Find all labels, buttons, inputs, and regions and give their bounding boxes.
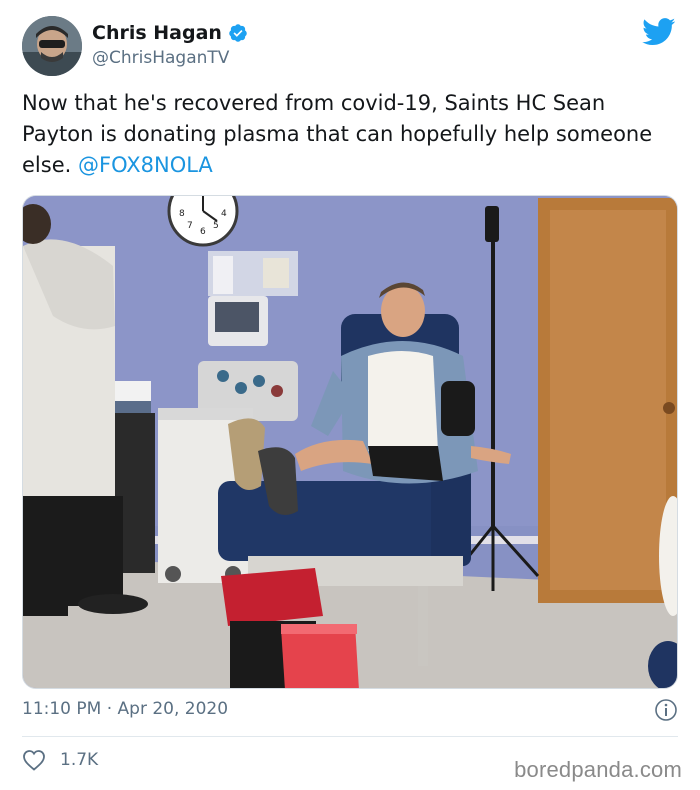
- clock-digit: 7: [187, 221, 193, 231]
- timestamp[interactable]: 11:10 PM · Apr 20, 2020: [22, 699, 228, 719]
- author-block: Chris Hagan @ChrisHaganTV: [92, 22, 248, 68]
- info-icon[interactable]: [654, 698, 678, 722]
- author-name[interactable]: Chris Hagan: [92, 22, 222, 44]
- clock-digit: 6: [200, 227, 206, 237]
- tweet-text: Now that he's recovered from covid-19, S…: [22, 88, 672, 181]
- heart-icon[interactable]: [22, 749, 46, 771]
- clock-digit: 5: [213, 221, 219, 231]
- tweet-photo[interactable]: 8 7 6 5 4: [22, 195, 678, 689]
- avatar[interactable]: [22, 16, 82, 76]
- twitter-bird-icon[interactable]: [642, 18, 676, 46]
- clock-digit: 8: [179, 209, 185, 219]
- clock-digit: 4: [221, 209, 227, 219]
- like-action[interactable]: 1.7K: [22, 749, 98, 771]
- tweet-header: Chris Hagan @ChrisHaganTV: [22, 16, 678, 80]
- like-count: 1.7K: [60, 750, 99, 770]
- watermark: boredpanda.com: [514, 757, 682, 782]
- verified-badge-icon: [229, 24, 247, 42]
- mention-link[interactable]: @FOX8NOLA: [78, 153, 213, 177]
- divider: [22, 736, 678, 737]
- author-handle[interactable]: @ChrisHaganTV: [92, 48, 248, 68]
